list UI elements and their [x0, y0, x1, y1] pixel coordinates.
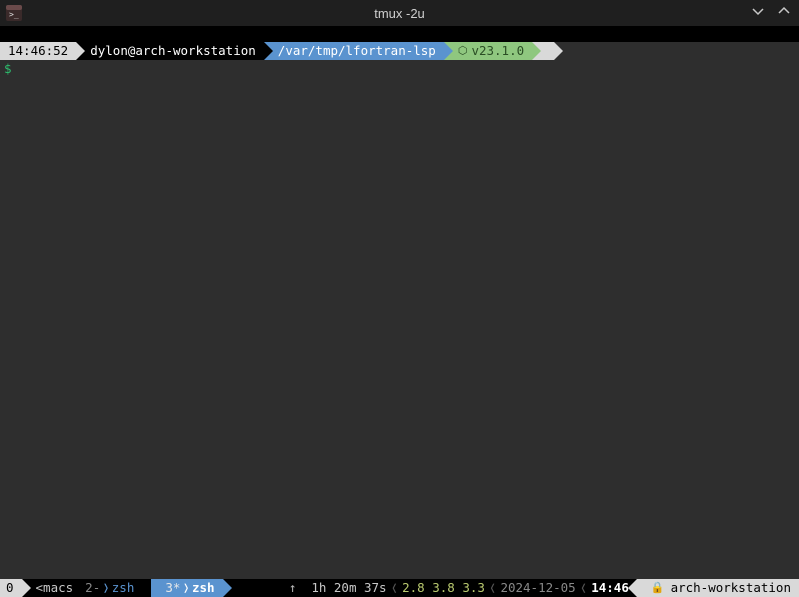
terminal-viewport[interactable]: $: [0, 60, 799, 579]
prompt-time: 14:46:52: [8, 42, 68, 60]
tmux-window-flag: *: [173, 579, 181, 597]
status-clock: 14:46: [591, 579, 629, 597]
hostname-segment: 🔒 arch-workstation: [637, 579, 799, 597]
tmux-window-name: zsh: [112, 579, 135, 597]
load-average: 2.8 3.8 3.3: [402, 579, 485, 597]
tmux-window-name: zsh: [192, 579, 215, 597]
tmux-window-name: <macs: [36, 579, 74, 597]
tmux-window-flag: -: [93, 579, 101, 597]
prompt-time-segment: 14:46:52: [0, 42, 76, 60]
tmux-status-bar: 0 <macs 2- ❭ zsh 3* ❭ zsh ↑ 1h 20m 37s ❬…: [0, 579, 799, 597]
prompt-cwd: /var/tmp/lfortran-lsp: [278, 42, 436, 60]
tmux-session-index: 0: [6, 579, 14, 597]
arrow-up-icon: ↑: [289, 579, 297, 597]
tmux-status-right: ↑ 1h 20m 37s ❬ 2.8 3.8 3.3 ❬ 2024-12-05 …: [275, 579, 799, 597]
tmux-window-index: 3: [165, 579, 173, 597]
chevron-right-icon: ❭: [100, 579, 112, 597]
shell-prompt: 14:46:52 dylon@arch-workstation /var/tmp…: [0, 42, 799, 60]
chevron-left-icon: ❬: [391, 579, 399, 597]
titlebar-separator: [0, 26, 799, 42]
chevron-down-icon[interactable]: [751, 4, 765, 22]
window-title: tmux -2u: [374, 6, 425, 21]
prompt-cwd-segment: /var/tmp/lfortran-lsp: [264, 42, 444, 60]
window-titlebar: >_ tmux -2u: [0, 0, 799, 26]
tmux-window-current[interactable]: 3* ❭ zsh: [151, 579, 222, 597]
prompt-user-host: dylon@arch-workstation: [90, 42, 256, 60]
prompt-cursor: $: [4, 61, 12, 76]
tmux-session-segment[interactable]: 0: [0, 579, 22, 597]
status-date: 2024-12-05: [500, 579, 575, 597]
chevron-left-icon: ❬: [489, 579, 497, 597]
chevron-left-icon: ❬: [580, 579, 588, 597]
tmux-window-2[interactable]: 2- ❭ zsh: [81, 579, 142, 597]
prompt-nvm-segment: ⬡ v23.1.0: [444, 42, 532, 60]
lock-icon: 🔒: [651, 579, 665, 597]
terminal-app-icon: >_: [6, 5, 22, 21]
hexagon-icon: ⬡: [458, 42, 468, 60]
svg-text:>_: >_: [9, 10, 19, 19]
status-hostname: arch-workstation: [671, 579, 791, 597]
chevron-up-icon[interactable]: [777, 4, 791, 22]
uptime-segment: ↑ 1h 20m 37s ❬ 2.8 3.8 3.3 ❬ 2024-12-05 …: [275, 579, 637, 597]
tmux-window-index: 2: [85, 579, 93, 597]
chevron-right-icon: ❭: [180, 579, 192, 597]
prompt-nvm-version: v23.1.0: [471, 42, 524, 60]
prompt-user-segment: dylon@arch-workstation: [76, 42, 264, 60]
uptime-value: 1h 20m 37s: [311, 579, 386, 597]
